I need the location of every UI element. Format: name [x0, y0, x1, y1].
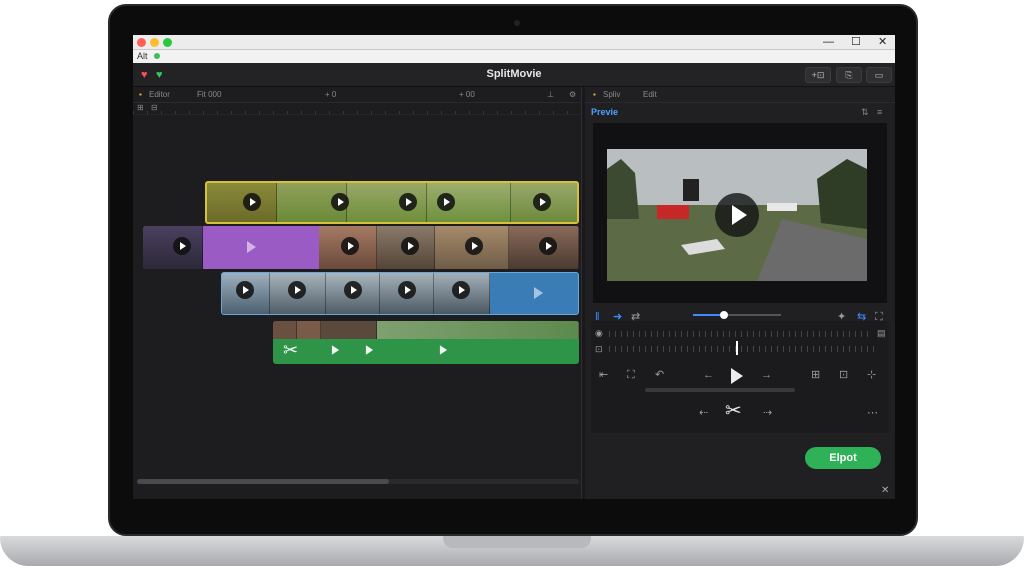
trim-start-icon[interactable]: ⇤ [599, 369, 608, 381]
list-icon[interactable]: ▤ [877, 327, 886, 339]
settings-icon[interactable]: ⚙ [569, 90, 576, 99]
play-button[interactable] [731, 368, 743, 384]
play-icon[interactable] [533, 193, 551, 211]
play-triangle-icon[interactable] [331, 345, 340, 355]
split-scissors-icon[interactable]: ✂ [725, 401, 742, 421]
tab-editor[interactable]: Editor [149, 90, 170, 99]
comment-icon: ▭ [874, 70, 884, 80]
time-ruler[interactable] [609, 346, 879, 352]
comment-button[interactable]: ▭ [866, 67, 892, 83]
share-button[interactable]: +⊡ [805, 67, 831, 83]
add-track-icon[interactable]: ⊞ [137, 103, 144, 112]
transform-icon[interactable]: ⊹ [867, 369, 876, 381]
scrubber-knob[interactable] [720, 311, 728, 319]
play-icon[interactable] [715, 193, 759, 237]
video-viewer[interactable] [607, 149, 867, 281]
split-track-icon[interactable]: ⊟ [151, 103, 158, 112]
webcam [514, 20, 520, 26]
clock-icon[interactable]: ⊡ [595, 343, 603, 355]
playhead[interactable] [736, 341, 738, 355]
step-back-icon[interactable]: ← [703, 369, 714, 381]
export-button[interactable]: Elpot [805, 447, 881, 469]
step-forward-icon[interactable]: → [761, 369, 772, 381]
play-icon[interactable] [236, 281, 254, 299]
undo-icon[interactable]: ↶ [655, 369, 664, 381]
os-window-bar: — ☐ ✕ [133, 35, 895, 50]
play-triangle-icon[interactable] [534, 287, 543, 299]
bookmark-button[interactable]: ⎘ [836, 67, 862, 83]
maximize-dot[interactable] [163, 38, 172, 47]
play-icon[interactable] [288, 281, 306, 299]
aspect-icon[interactable]: ⊡ [839, 369, 848, 381]
minimize-dot[interactable] [150, 38, 159, 47]
tab-fit[interactable]: Fit 000 [197, 90, 221, 99]
crop-icon[interactable]: ⛶ [627, 369, 635, 381]
app-titlebar: ♥ ♥ SplitMovie +⊡ ⎘ ▭ [133, 63, 895, 87]
close-icon[interactable]: ✕ [878, 35, 887, 50]
app-menu-strip: Alt [133, 50, 895, 63]
video-track-1[interactable] [205, 181, 579, 224]
maximize-icon[interactable]: ☐ [851, 35, 861, 50]
next-cut-icon[interactable]: ⇢ [763, 407, 772, 419]
clip[interactable] [273, 321, 297, 339]
timeline-marker: + 0 [325, 90, 337, 99]
snap-icon[interactable]: ⊥ [547, 90, 554, 99]
preview-heading: Previe [591, 107, 619, 117]
timeline-tabs: ▪ Editor Fit 000 + 0 + 00 ⊥ ⚙ [133, 87, 582, 103]
folder-icon: ▪ [593, 90, 596, 99]
render-progress [645, 388, 795, 392]
timeline-marker: + 00 [459, 90, 475, 99]
timeline-ruler[interactable]: ⊞ ⊟ [133, 103, 582, 115]
scrollbar-thumb[interactable] [137, 479, 389, 484]
play-icon[interactable] [398, 281, 416, 299]
menu-icon[interactable]: ≡ [877, 107, 882, 117]
layers-icon[interactable]: ⇅ [861, 107, 869, 118]
clip[interactable] [377, 321, 579, 339]
folder-icon: ▪ [139, 90, 142, 99]
play-icon[interactable] [539, 237, 557, 255]
audio-icon[interactable]: ◉ [595, 327, 603, 339]
playback-scrubber[interactable] [693, 311, 781, 319]
video-track-2[interactable] [143, 226, 579, 269]
timeline-panel: ▪ Editor Fit 000 + 0 + 00 ⊥ ⚙ ⊞ ⊟ ✂ [133, 87, 582, 499]
play-icon[interactable] [331, 193, 349, 211]
status-dot-icon [154, 53, 161, 59]
play-icon[interactable] [341, 237, 359, 255]
clip[interactable] [297, 321, 321, 339]
audio-ruler[interactable] [609, 331, 869, 337]
play-triangle-icon[interactable] [439, 345, 448, 355]
play-icon[interactable] [243, 193, 261, 211]
tab-edit[interactable]: Edit [643, 90, 657, 99]
timeline-scrollbar[interactable] [137, 479, 579, 484]
play-icon[interactable] [401, 237, 419, 255]
play-icon[interactable] [437, 193, 455, 211]
scissors-icon[interactable]: ✂ [283, 341, 298, 359]
play-icon[interactable] [344, 281, 362, 299]
play-triangle-icon[interactable] [247, 241, 256, 253]
video-track-4[interactable]: ✂ [273, 321, 579, 364]
clip[interactable] [321, 321, 377, 339]
play-triangle-icon[interactable] [365, 345, 374, 355]
menu-label[interactable]: Alt [137, 51, 148, 61]
preview-tabs: ▪ Spliv Edit [585, 87, 895, 103]
laptop-notch [443, 536, 591, 548]
preview-panel: ▪ Spliv Edit Previe ⇅ ≡ ‖ ➜ ⇄ ✦ ⇆ ⛶ ◉ ▤ … [585, 87, 895, 499]
prev-cut-icon[interactable]: ⇠ [699, 407, 708, 419]
app-screen: — ☐ ✕ Alt ♥ ♥ SplitMovie +⊡ ⎘ ▭ ▪ Editor… [133, 35, 895, 499]
tab-spliv[interactable]: Spliv [603, 90, 620, 99]
play-icon[interactable] [465, 237, 483, 255]
play-icon[interactable] [399, 193, 417, 211]
play-icon[interactable] [173, 237, 191, 255]
minimize-icon[interactable]: — [823, 35, 834, 50]
close-dot[interactable] [137, 38, 146, 47]
app-title: SplitMovie [486, 68, 542, 80]
video-track-3[interactable] [221, 272, 579, 315]
close-icon[interactable]: ✕ [881, 485, 889, 496]
share-icon: +⊡ [811, 70, 825, 80]
play-icon[interactable] [452, 281, 470, 299]
more-icon[interactable]: ⋯ [867, 407, 878, 419]
snapshot-icon[interactable]: ⊞ [811, 369, 820, 381]
clip[interactable] [207, 183, 277, 222]
bookmark-icon: ⎘ [845, 70, 853, 80]
